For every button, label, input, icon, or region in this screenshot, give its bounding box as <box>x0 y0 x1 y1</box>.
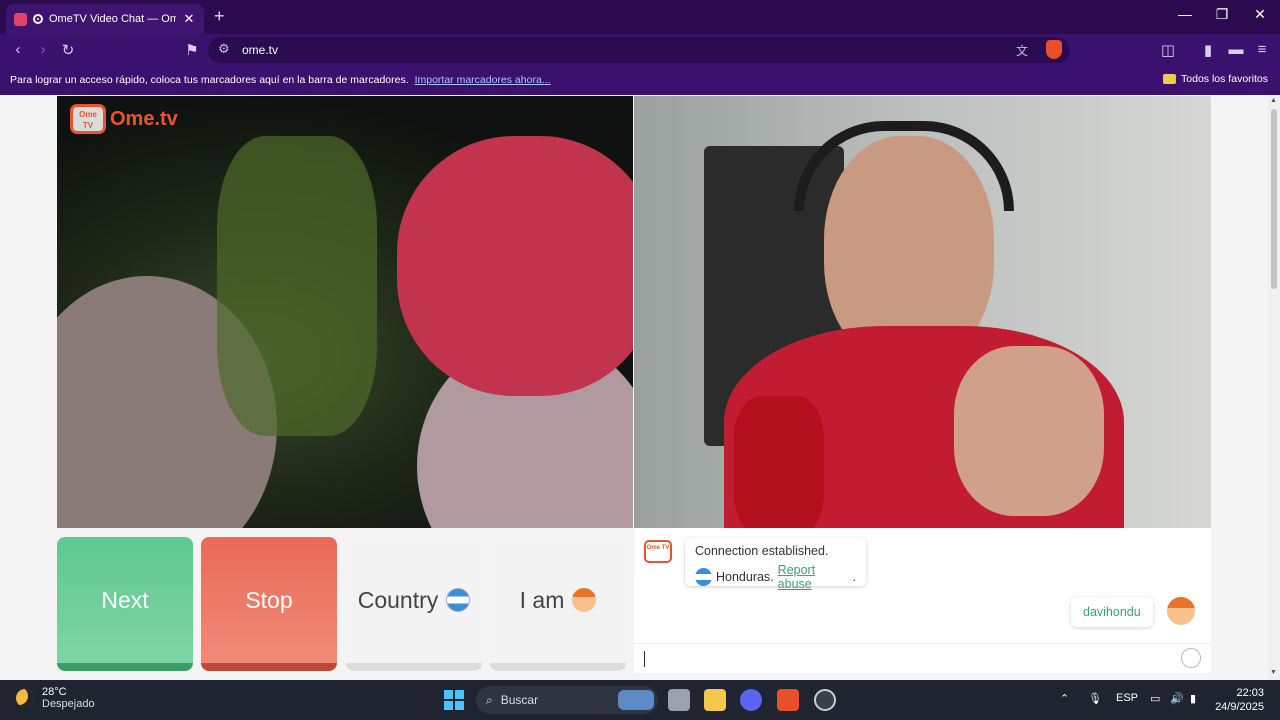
obs-icon[interactable] <box>814 689 836 711</box>
ometv-favicon-icon <box>14 12 27 26</box>
stranger-country: Honduras. <box>715 570 774 584</box>
brave-browser-icon[interactable] <box>777 689 799 711</box>
microphone-icon[interactable]: 🎙 <box>1088 692 1102 705</box>
bookmark-icon[interactable]: ⚑ <box>182 41 202 59</box>
clock[interactable]: 22:03 24/9/2025 <box>1215 686 1264 714</box>
taskbar-search[interactable]: ⌕ Buscar <box>476 686 658 714</box>
user-avatar-icon <box>1167 597 1195 625</box>
reload-icon[interactable]: ↻ <box>58 41 78 59</box>
logo-text: Ome.tv <box>110 107 178 130</box>
tab-bar: OmeTV Video Chat — Omeg ✕ + — ❐ ✕ <box>0 0 1280 34</box>
headphones <box>794 121 1014 211</box>
green-background-shape <box>217 136 377 436</box>
ometv-system-icon: Ome TV <box>644 540 672 563</box>
translate-icon[interactable]: 文 <box>1016 42 1028 59</box>
honduras-flag-icon <box>695 568 712 586</box>
temperature: 28°C <box>42 686 67 698</box>
minimize-icon[interactable]: — <box>1170 6 1200 22</box>
menu-icon[interactable]: ≡ <box>1252 41 1272 58</box>
tab-title: OmeTV Video Chat — Omeg <box>49 13 176 25</box>
username-message: davihondu <box>1071 597 1153 627</box>
gender-button[interactable]: I am <box>490 537 626 671</box>
address-bar[interactable]: ⚙ ome.tv 文 <box>208 37 1070 63</box>
sidebar-icon[interactable]: ▮ <box>1198 41 1218 59</box>
bookmarks-message: Para lograr un acceso rápido, coloca tus… <box>10 74 551 86</box>
ometv-logo[interactable]: Ome TV Ome.tv <box>70 104 178 134</box>
tab-ometv[interactable]: OmeTV Video Chat — Omeg ✕ <box>6 4 204 34</box>
file-explorer-icon[interactable] <box>704 689 726 711</box>
stop-button[interactable]: Stop <box>201 537 337 671</box>
network-icon[interactable]: ▭ <box>1150 692 1160 705</box>
self-video <box>634 96 1211 528</box>
leo-icon[interactable]: ◫ <box>1158 41 1178 59</box>
maximize-icon[interactable]: ❐ <box>1207 6 1237 23</box>
scroll-down-icon[interactable]: ▼ <box>1270 669 1277 676</box>
import-bookmarks-link[interactable]: Importar marcadores ahora... <box>415 74 551 86</box>
language-indicator[interactable]: ESP <box>1116 692 1138 704</box>
brave-shield-icon[interactable] <box>1046 40 1062 59</box>
honduras-flag-icon <box>446 588 471 612</box>
new-tab-button[interactable]: + <box>214 6 225 27</box>
scroll-thumb[interactable] <box>1271 109 1277 289</box>
moon-icon <box>16 689 34 707</box>
chat-panel: Ome TV Connection established. Honduras.… <box>634 528 1211 673</box>
task-view-icon[interactable] <box>668 689 690 711</box>
boy-avatar-icon <box>572 588 597 612</box>
windows-start-icon[interactable] <box>444 690 464 710</box>
all-favorites[interactable]: Todos los favoritos <box>1163 73 1268 85</box>
chat-input[interactable] <box>634 643 1211 673</box>
close-tab-icon[interactable]: ✕ <box>182 11 196 27</box>
weather-widget[interactable]: 28°C Despejado <box>16 686 95 710</box>
scroll-up-icon[interactable]: ▲ <box>1270 97 1277 104</box>
site-settings-icon[interactable]: ⚙ <box>218 41 230 57</box>
tv-logo-icon: Ome TV <box>70 104 106 134</box>
forward-icon[interactable]: › <box>33 41 53 58</box>
emoji-icon[interactable] <box>1181 648 1201 668</box>
show-hidden-icons[interactable]: ⌃ <box>1060 692 1069 705</box>
red-microphone <box>734 396 824 528</box>
scrollbar[interactable]: ▲ ▼ <box>1268 95 1280 680</box>
bookmarks-bar: Para lograr un acceso rápido, coloca tus… <box>0 66 1280 95</box>
country-button[interactable]: Country <box>346 537 482 671</box>
stranger-video <box>57 96 633 528</box>
weather-condition: Despejado <box>42 698 95 710</box>
battery-icon[interactable]: ▮ <box>1190 692 1196 705</box>
raised-hand <box>954 346 1104 516</box>
search-icon: ⌕ <box>486 692 493 707</box>
next-button[interactable]: Next <box>57 537 193 671</box>
system-message: Connection established. Honduras. Report… <box>685 538 866 591</box>
close-window-icon[interactable]: ✕ <box>1245 6 1275 23</box>
taskbar: 28°C Despejado ⌕ Buscar ⌃ 🎙 ESP ▭ 🔊 ▮ 22… <box>0 680 1280 720</box>
text-caret <box>644 651 645 667</box>
report-abuse-link[interactable]: Report abuse <box>778 563 849 591</box>
discord-icon[interactable] <box>740 689 762 711</box>
connection-status: Connection established. <box>695 544 829 558</box>
search-highlight-icon <box>618 690 654 710</box>
back-icon[interactable]: ‹ <box>8 41 28 58</box>
url-text: ome.tv <box>242 43 279 57</box>
folder-icon <box>1163 74 1177 84</box>
vpn-icon[interactable]: ▬ <box>1226 41 1246 58</box>
volume-icon[interactable]: 🔊 <box>1170 692 1184 705</box>
toolbar: ‹ › ↻ ⚑ ⚙ ome.tv 文 ◫ ▮ ▬ ≡ <box>0 34 1280 66</box>
red-beanie <box>397 136 633 396</box>
recording-icon <box>33 14 43 24</box>
